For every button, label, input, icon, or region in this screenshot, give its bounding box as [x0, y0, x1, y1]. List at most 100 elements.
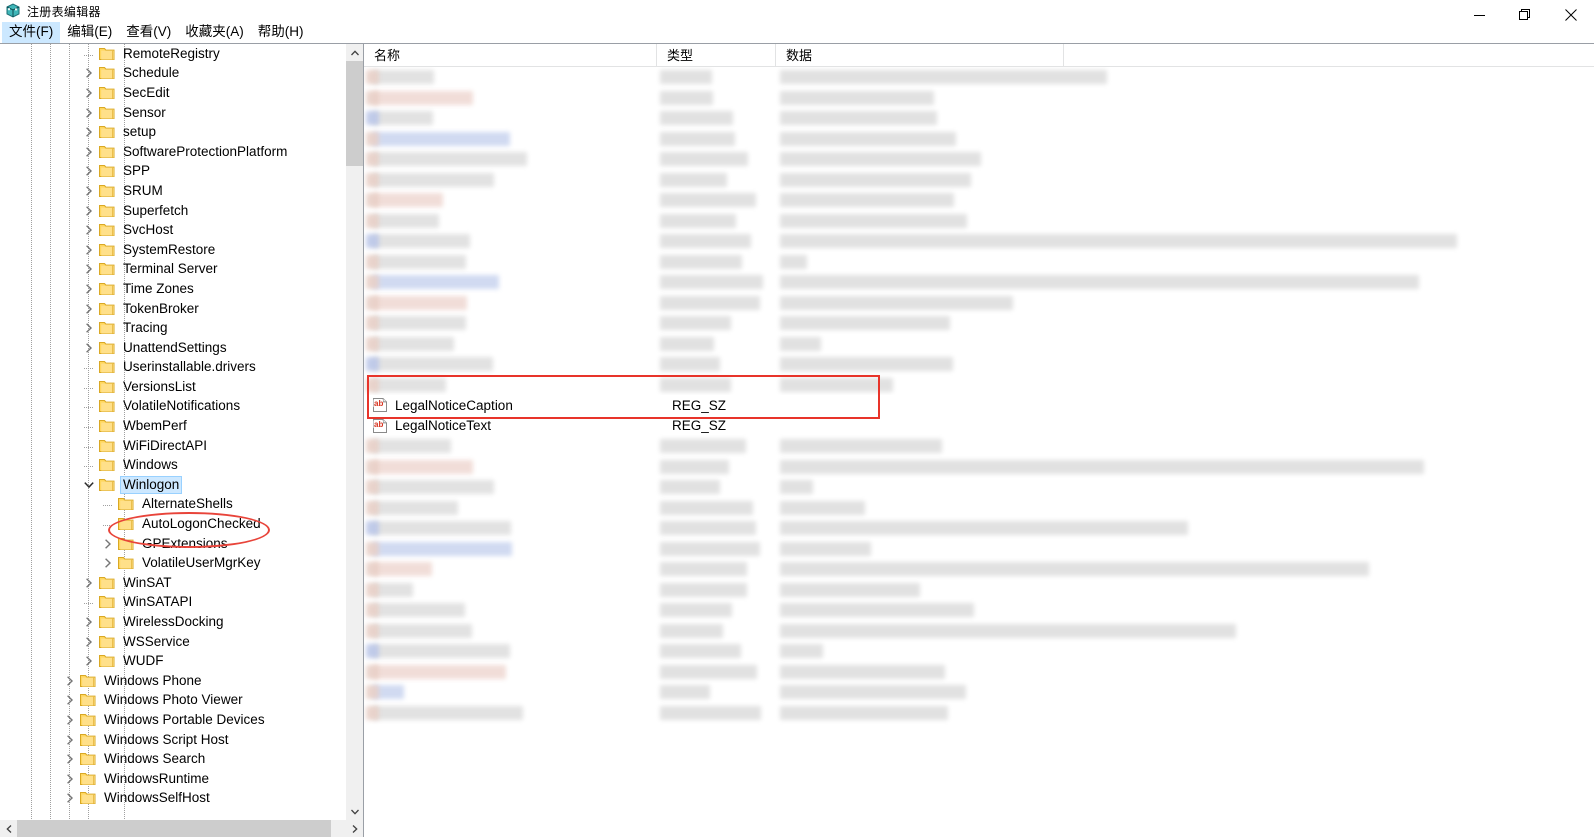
redacted-value-row[interactable] [364, 211, 1594, 232]
tree-vertical-scrollbar[interactable] [346, 44, 363, 820]
tree-scrollbar-thumb[interactable] [346, 61, 363, 166]
redacted-value-row[interactable] [364, 88, 1594, 109]
tree-item-secedit[interactable]: SecEdit [0, 83, 363, 103]
redacted-value-row[interactable] [364, 703, 1594, 724]
redacted-value-row[interactable] [364, 662, 1594, 683]
chevron-right-icon[interactable] [81, 163, 97, 179]
tree-item-winsatapi[interactable]: WinSATAPI [0, 593, 363, 613]
tree-item-windows-phone[interactable]: Windows Phone [0, 671, 363, 691]
tree-item-wirelessdocking[interactable]: WirelessDocking [0, 612, 363, 632]
tree-item-gpextensions[interactable]: GPExtensions [0, 534, 363, 554]
chevron-right-icon[interactable] [81, 340, 97, 356]
tree-item-windowsselfhost[interactable]: WindowsSelfHost [0, 789, 363, 809]
redacted-value-row[interactable] [364, 313, 1594, 334]
tree-item-userinstallable-drivers[interactable]: Userinstallable.drivers [0, 358, 363, 378]
tree-item-windows-script-host[interactable]: Windows Script Host [0, 730, 363, 750]
redacted-value-row[interactable] [364, 293, 1594, 314]
column-header-data[interactable]: 数据 [776, 44, 1064, 67]
chevron-right-icon[interactable] [100, 536, 116, 552]
redacted-value-row[interactable] [364, 231, 1594, 252]
redacted-value-row[interactable] [364, 190, 1594, 211]
tree-item-superfetch[interactable]: Superfetch [0, 201, 363, 221]
tree-item-schedule[interactable]: Schedule [0, 64, 363, 84]
close-button[interactable] [1548, 0, 1594, 30]
tree-item-versionslist[interactable]: VersionsList [0, 377, 363, 397]
menu-item-1[interactable]: 编辑(E) [60, 22, 119, 43]
chevron-right-icon[interactable] [81, 222, 97, 238]
tree-item-wudf[interactable]: WUDF [0, 651, 363, 671]
redacted-value-row[interactable] [364, 108, 1594, 129]
tree-item-windowsruntime[interactable]: WindowsRuntime [0, 769, 363, 789]
redacted-value-row[interactable] [364, 477, 1594, 498]
tree-item-tokenbroker[interactable]: TokenBroker [0, 299, 363, 319]
redacted-value-row[interactable] [364, 641, 1594, 662]
chevron-right-icon[interactable] [81, 144, 97, 160]
chevron-right-icon[interactable] [81, 320, 97, 336]
redacted-value-row[interactable] [364, 354, 1594, 375]
chevron-right-icon[interactable] [81, 614, 97, 630]
tree-item-wbemperf[interactable]: WbemPerf [0, 416, 363, 436]
scroll-down-icon[interactable] [346, 803, 363, 820]
menu-item-2[interactable]: 查看(V) [119, 22, 178, 43]
registry-value-row[interactable]: ab LegalNoticeCaption REG_SZ [364, 395, 1594, 416]
tree-item-tracing[interactable]: Tracing [0, 318, 363, 338]
tree-hscroll-track[interactable] [17, 820, 346, 837]
tree-hscroll-thumb[interactable] [17, 820, 331, 837]
tree-item-remoteregistry[interactable]: RemoteRegistry [0, 44, 363, 64]
registry-tree-pane[interactable]: RemoteRegistry Schedule SecEdit Sensor setup… [0, 44, 364, 837]
tree-scroll-area[interactable]: RemoteRegistry Schedule SecEdit Sensor setup… [0, 44, 363, 820]
redacted-value-row[interactable] [364, 129, 1594, 150]
chevron-right-icon[interactable] [81, 242, 97, 258]
redacted-value-row[interactable] [364, 67, 1594, 88]
chevron-right-icon[interactable] [81, 124, 97, 140]
chevron-right-icon[interactable] [100, 555, 116, 571]
redacted-value-row[interactable] [364, 149, 1594, 170]
restore-button[interactable] [1502, 0, 1548, 30]
tree-item-volatileusermgrkey[interactable]: VolatileUserMgrKey [0, 553, 363, 573]
chevron-right-icon[interactable] [62, 712, 78, 728]
redacted-value-row[interactable] [364, 580, 1594, 601]
redacted-value-row[interactable] [364, 621, 1594, 642]
redacted-value-row[interactable] [364, 334, 1594, 355]
tree-item-time-zones[interactable]: Time Zones [0, 279, 363, 299]
tree-item-srum[interactable]: SRUM [0, 181, 363, 201]
redacted-value-row[interactable] [364, 375, 1594, 396]
scroll-left-icon[interactable] [0, 820, 17, 837]
tree-item-windows-photo-viewer[interactable]: Windows Photo Viewer [0, 691, 363, 711]
menu-item-3[interactable]: 收藏夹(A) [178, 22, 251, 43]
tree-item-wsservice[interactable]: WSService [0, 632, 363, 652]
redacted-value-row[interactable] [364, 682, 1594, 703]
tree-item-windows-portable-devices[interactable]: Windows Portable Devices [0, 710, 363, 730]
chevron-right-icon[interactable] [62, 732, 78, 748]
minimize-button[interactable] [1456, 0, 1502, 30]
menu-item-0[interactable]: 文件(F) [2, 22, 61, 43]
registry-value-row[interactable]: ab LegalNoticeText REG_SZ [364, 415, 1594, 436]
redacted-value-row[interactable] [364, 518, 1594, 539]
tree-item-unattendsettings[interactable]: UnattendSettings [0, 338, 363, 358]
tree-item-systemrestore[interactable]: SystemRestore [0, 240, 363, 260]
tree-item-softwareprotectionplatform[interactable]: SoftwareProtectionPlatform [0, 142, 363, 162]
tree-item-alternateshells[interactable]: AlternateShells [0, 495, 363, 515]
menu-item-4[interactable]: 帮助(H) [251, 22, 311, 43]
redacted-value-row[interactable] [364, 170, 1594, 191]
chevron-right-icon[interactable] [81, 653, 97, 669]
chevron-right-icon[interactable] [81, 85, 97, 101]
chevron-right-icon[interactable] [62, 692, 78, 708]
chevron-right-icon[interactable] [81, 203, 97, 219]
redacted-value-row[interactable] [364, 272, 1594, 293]
redacted-value-row[interactable] [364, 539, 1594, 560]
chevron-right-icon[interactable] [81, 301, 97, 317]
tree-item-windows-search[interactable]: Windows Search [0, 749, 363, 769]
chevron-right-icon[interactable] [62, 790, 78, 806]
tree-item-wifidirectapi[interactable]: WiFiDirectAPI [0, 436, 363, 456]
chevron-right-icon[interactable] [62, 771, 78, 787]
chevron-right-icon[interactable] [62, 673, 78, 689]
tree-item-winsat[interactable]: WinSAT [0, 573, 363, 593]
tree-item-winlogon[interactable]: Winlogon [0, 475, 363, 495]
tree-horizontal-scrollbar[interactable] [0, 820, 363, 837]
redacted-value-row[interactable] [364, 600, 1594, 621]
tree-item-sensor[interactable]: Sensor [0, 103, 363, 123]
chevron-right-icon[interactable] [81, 575, 97, 591]
tree-item-terminal-server[interactable]: Terminal Server [0, 260, 363, 280]
scroll-right-icon[interactable] [346, 820, 363, 837]
